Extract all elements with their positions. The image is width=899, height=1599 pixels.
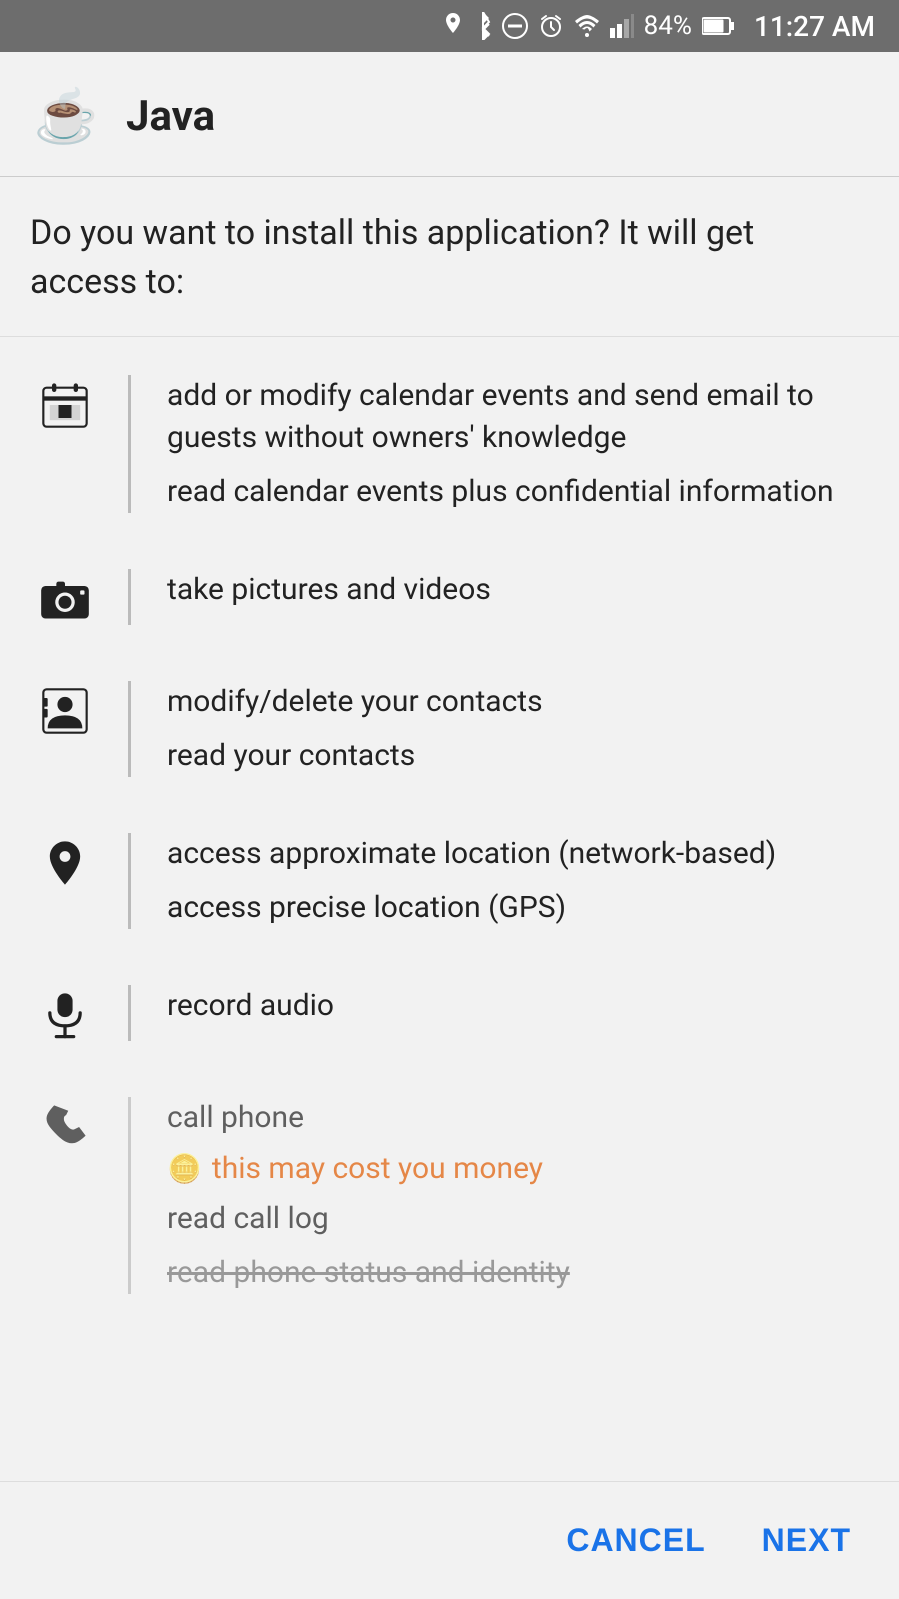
location-divider	[128, 833, 131, 929]
status-time: 11:27 AM	[754, 10, 875, 43]
permissions-list: add or modify calendar events and send e…	[0, 337, 899, 1481]
contacts-icon	[30, 681, 100, 737]
bottom-actions: CANCEL NEXT	[0, 1481, 899, 1599]
permission-item-location: access approximate location (network-bas…	[0, 805, 899, 957]
calendar-permission-line-1: add or modify calendar events and send e…	[167, 375, 869, 459]
alarm-status-icon	[538, 13, 564, 39]
calendar-icon	[30, 375, 100, 431]
microphone-divider	[128, 985, 131, 1041]
microphone-permissions-text: record audio	[167, 985, 869, 1027]
location-permission-line-1: access approximate location (network-bas…	[167, 833, 869, 875]
app-icon: ☕	[30, 80, 102, 152]
permission-item-calendar: add or modify calendar events and send e…	[0, 347, 899, 541]
app-name: Java	[126, 92, 215, 141]
phone-warning-text: this may cost you money	[212, 1151, 543, 1186]
phone-permission-line-1: call phone	[167, 1097, 869, 1139]
contacts-divider	[128, 681, 131, 777]
warning-coin-icon: 🪙	[167, 1152, 202, 1185]
battery-icon	[702, 16, 734, 36]
microphone-icon	[30, 985, 100, 1041]
camera-permission-line-1: take pictures and videos	[167, 569, 869, 611]
wifi-status-icon	[574, 15, 600, 37]
camera-permissions-text: take pictures and videos	[167, 569, 869, 611]
permission-item-contacts: modify/delete your contacts read your co…	[0, 653, 899, 805]
phone-icon	[30, 1097, 100, 1153]
battery-percentage: 84%	[644, 11, 692, 41]
phone-warning: 🪙 this may cost you money	[167, 1151, 869, 1186]
next-button[interactable]: NEXT	[754, 1506, 859, 1575]
phone-divider	[128, 1097, 131, 1294]
cancel-button[interactable]: CANCEL	[558, 1506, 713, 1575]
camera-icon	[30, 569, 100, 625]
permission-item-microphone: record audio	[0, 957, 899, 1069]
calendar-divider	[128, 375, 131, 513]
permission-item-camera: take pictures and videos	[0, 541, 899, 653]
signal-status-icon	[610, 14, 634, 38]
microphone-permission-line-1: record audio	[167, 985, 869, 1027]
phone-permission-line-2: read call log	[167, 1198, 869, 1240]
app-icon-emoji: ☕	[34, 86, 99, 147]
permission-item-phone: call phone 🪙 this may cost you money rea…	[0, 1069, 899, 1322]
location-permission-line-2: access precise location (GPS)	[167, 887, 869, 929]
location-permissions-text: access approximate location (network-bas…	[167, 833, 869, 929]
camera-divider	[128, 569, 131, 625]
phone-permission-line-3: read phone status and identity	[167, 1252, 869, 1294]
install-question: Do you want to install this application?…	[0, 177, 899, 336]
location-status-icon	[442, 13, 464, 39]
contacts-permission-line-1: modify/delete your contacts	[167, 681, 869, 723]
contacts-permission-line-2: read your contacts	[167, 735, 869, 777]
status-bar: 84% 11:27 AM	[0, 0, 899, 52]
app-header: ☕ Java	[0, 52, 899, 176]
contacts-permissions-text: modify/delete your contacts read your co…	[167, 681, 869, 777]
phone-permissions-text: call phone 🪙 this may cost you money rea…	[167, 1097, 869, 1294]
bluetooth-status-icon	[474, 12, 492, 40]
status-icons: 84%	[442, 11, 734, 41]
calendar-permissions-text: add or modify calendar events and send e…	[167, 375, 869, 513]
dnd-status-icon	[502, 13, 528, 39]
calendar-permission-line-2: read calendar events plus confidential i…	[167, 471, 869, 513]
location-icon	[30, 833, 100, 889]
